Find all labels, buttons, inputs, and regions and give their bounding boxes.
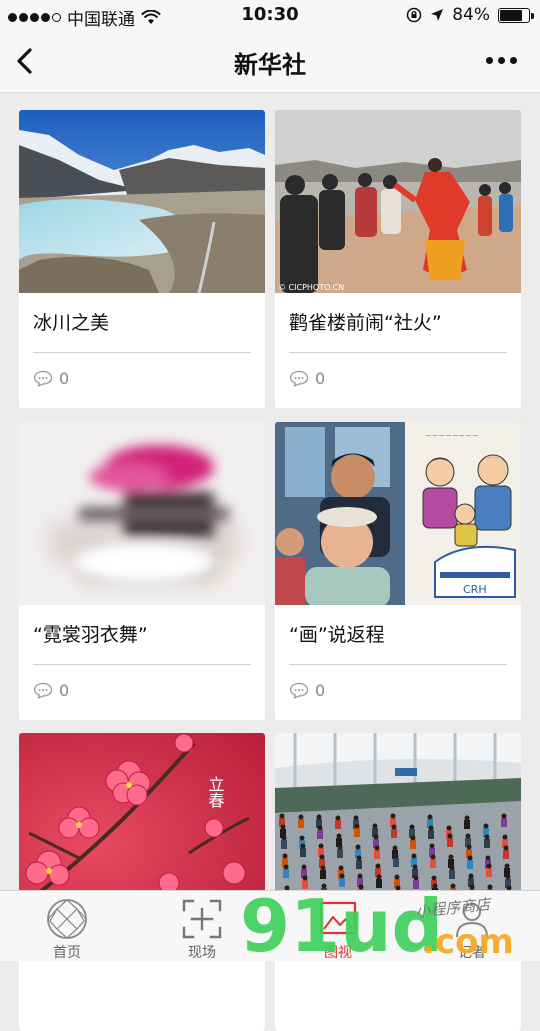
- solar-term-overlay: 立春: [206, 776, 225, 808]
- geodesic-globe-icon: [47, 899, 87, 939]
- picture-icon: [319, 901, 357, 935]
- plus-frame-icon: [182, 899, 222, 939]
- location-arrow-icon: [431, 9, 444, 21]
- tab-bar: 首页 现场 图视 记者: [0, 890, 540, 961]
- page-title: 新华社: [234, 51, 306, 79]
- photo-card[interactable]: 立春: [19, 733, 265, 1031]
- photo-card[interactable]: “霓裳羽衣舞” 0: [19, 422, 265, 720]
- comment-bubble-icon: [289, 370, 309, 387]
- status-right: 84%: [406, 5, 534, 25]
- more-options-icon[interactable]: [486, 50, 522, 70]
- photo-card[interactable]: [275, 733, 521, 1031]
- svg-text:CRH: CRH: [463, 583, 487, 596]
- railway-station-crowd-photo[interactable]: [275, 733, 521, 916]
- status-bar: 中国联通 10:30 84%: [0, 0, 540, 30]
- card-title: 冰川之美: [33, 312, 110, 334]
- festival-crowd-photo[interactable]: © CICPHOTO.CN: [275, 110, 521, 293]
- rotation-lock-icon: [406, 7, 422, 23]
- tab-label: 首页: [53, 945, 81, 961]
- card-title: “霓裳羽衣舞”: [33, 624, 148, 646]
- divider: [289, 664, 507, 665]
- reporter-icon: [456, 903, 488, 938]
- motion-blur-dance-photo[interactable]: [19, 422, 265, 605]
- plum-blossom-photo[interactable]: 立春: [19, 733, 265, 916]
- battery-icon: [498, 7, 534, 23]
- photo-credit: © CICPHOTO.CN: [278, 283, 344, 292]
- comment-count: 0: [33, 369, 69, 388]
- tab-home[interactable]: 首页: [17, 891, 117, 961]
- navigation-bar: 新华社: [0, 30, 540, 93]
- battery-percentage: 84%: [452, 5, 490, 25]
- comment-count: 0: [289, 369, 325, 388]
- svg-text:~~~~~~~~: ~~~~~~~~: [425, 431, 479, 440]
- tab-pictures[interactable]: 图视: [288, 891, 388, 961]
- photo-card[interactable]: ~~~~~~~~ CRH “画”说返程 0: [275, 422, 521, 720]
- comment-count-value: 0: [315, 369, 326, 388]
- comment-count: 0: [289, 681, 325, 700]
- tab-reporter[interactable]: 记者: [422, 891, 522, 961]
- tab-label: 现场: [188, 945, 216, 961]
- card-title: 鹳雀楼前闹“社火”: [289, 312, 442, 334]
- divider: [33, 352, 251, 353]
- family-and-drawing-photo[interactable]: ~~~~~~~~ CRH: [275, 422, 521, 605]
- tab-live[interactable]: 现场: [152, 891, 252, 961]
- comment-count: 0: [33, 681, 69, 700]
- comment-count-value: 0: [315, 681, 326, 700]
- comment-bubble-icon: [33, 682, 53, 699]
- battery-fill: [500, 9, 522, 21]
- comment-count-value: 0: [59, 681, 70, 700]
- tab-label: 记者: [458, 945, 486, 961]
- divider: [33, 664, 251, 665]
- comment-count-value: 0: [59, 369, 70, 388]
- tab-label: 图视: [324, 945, 352, 961]
- divider: [289, 352, 507, 353]
- comment-bubble-icon: [33, 370, 53, 387]
- photo-card[interactable]: © CICPHOTO.CN 鹳雀楼前闹“社火” 0: [275, 110, 521, 408]
- comment-bubble-icon: [289, 682, 309, 699]
- photo-card[interactable]: 冰川之美 0: [19, 110, 265, 408]
- card-title: “画”说返程: [289, 624, 385, 646]
- glacier-lake-photo[interactable]: [19, 110, 265, 293]
